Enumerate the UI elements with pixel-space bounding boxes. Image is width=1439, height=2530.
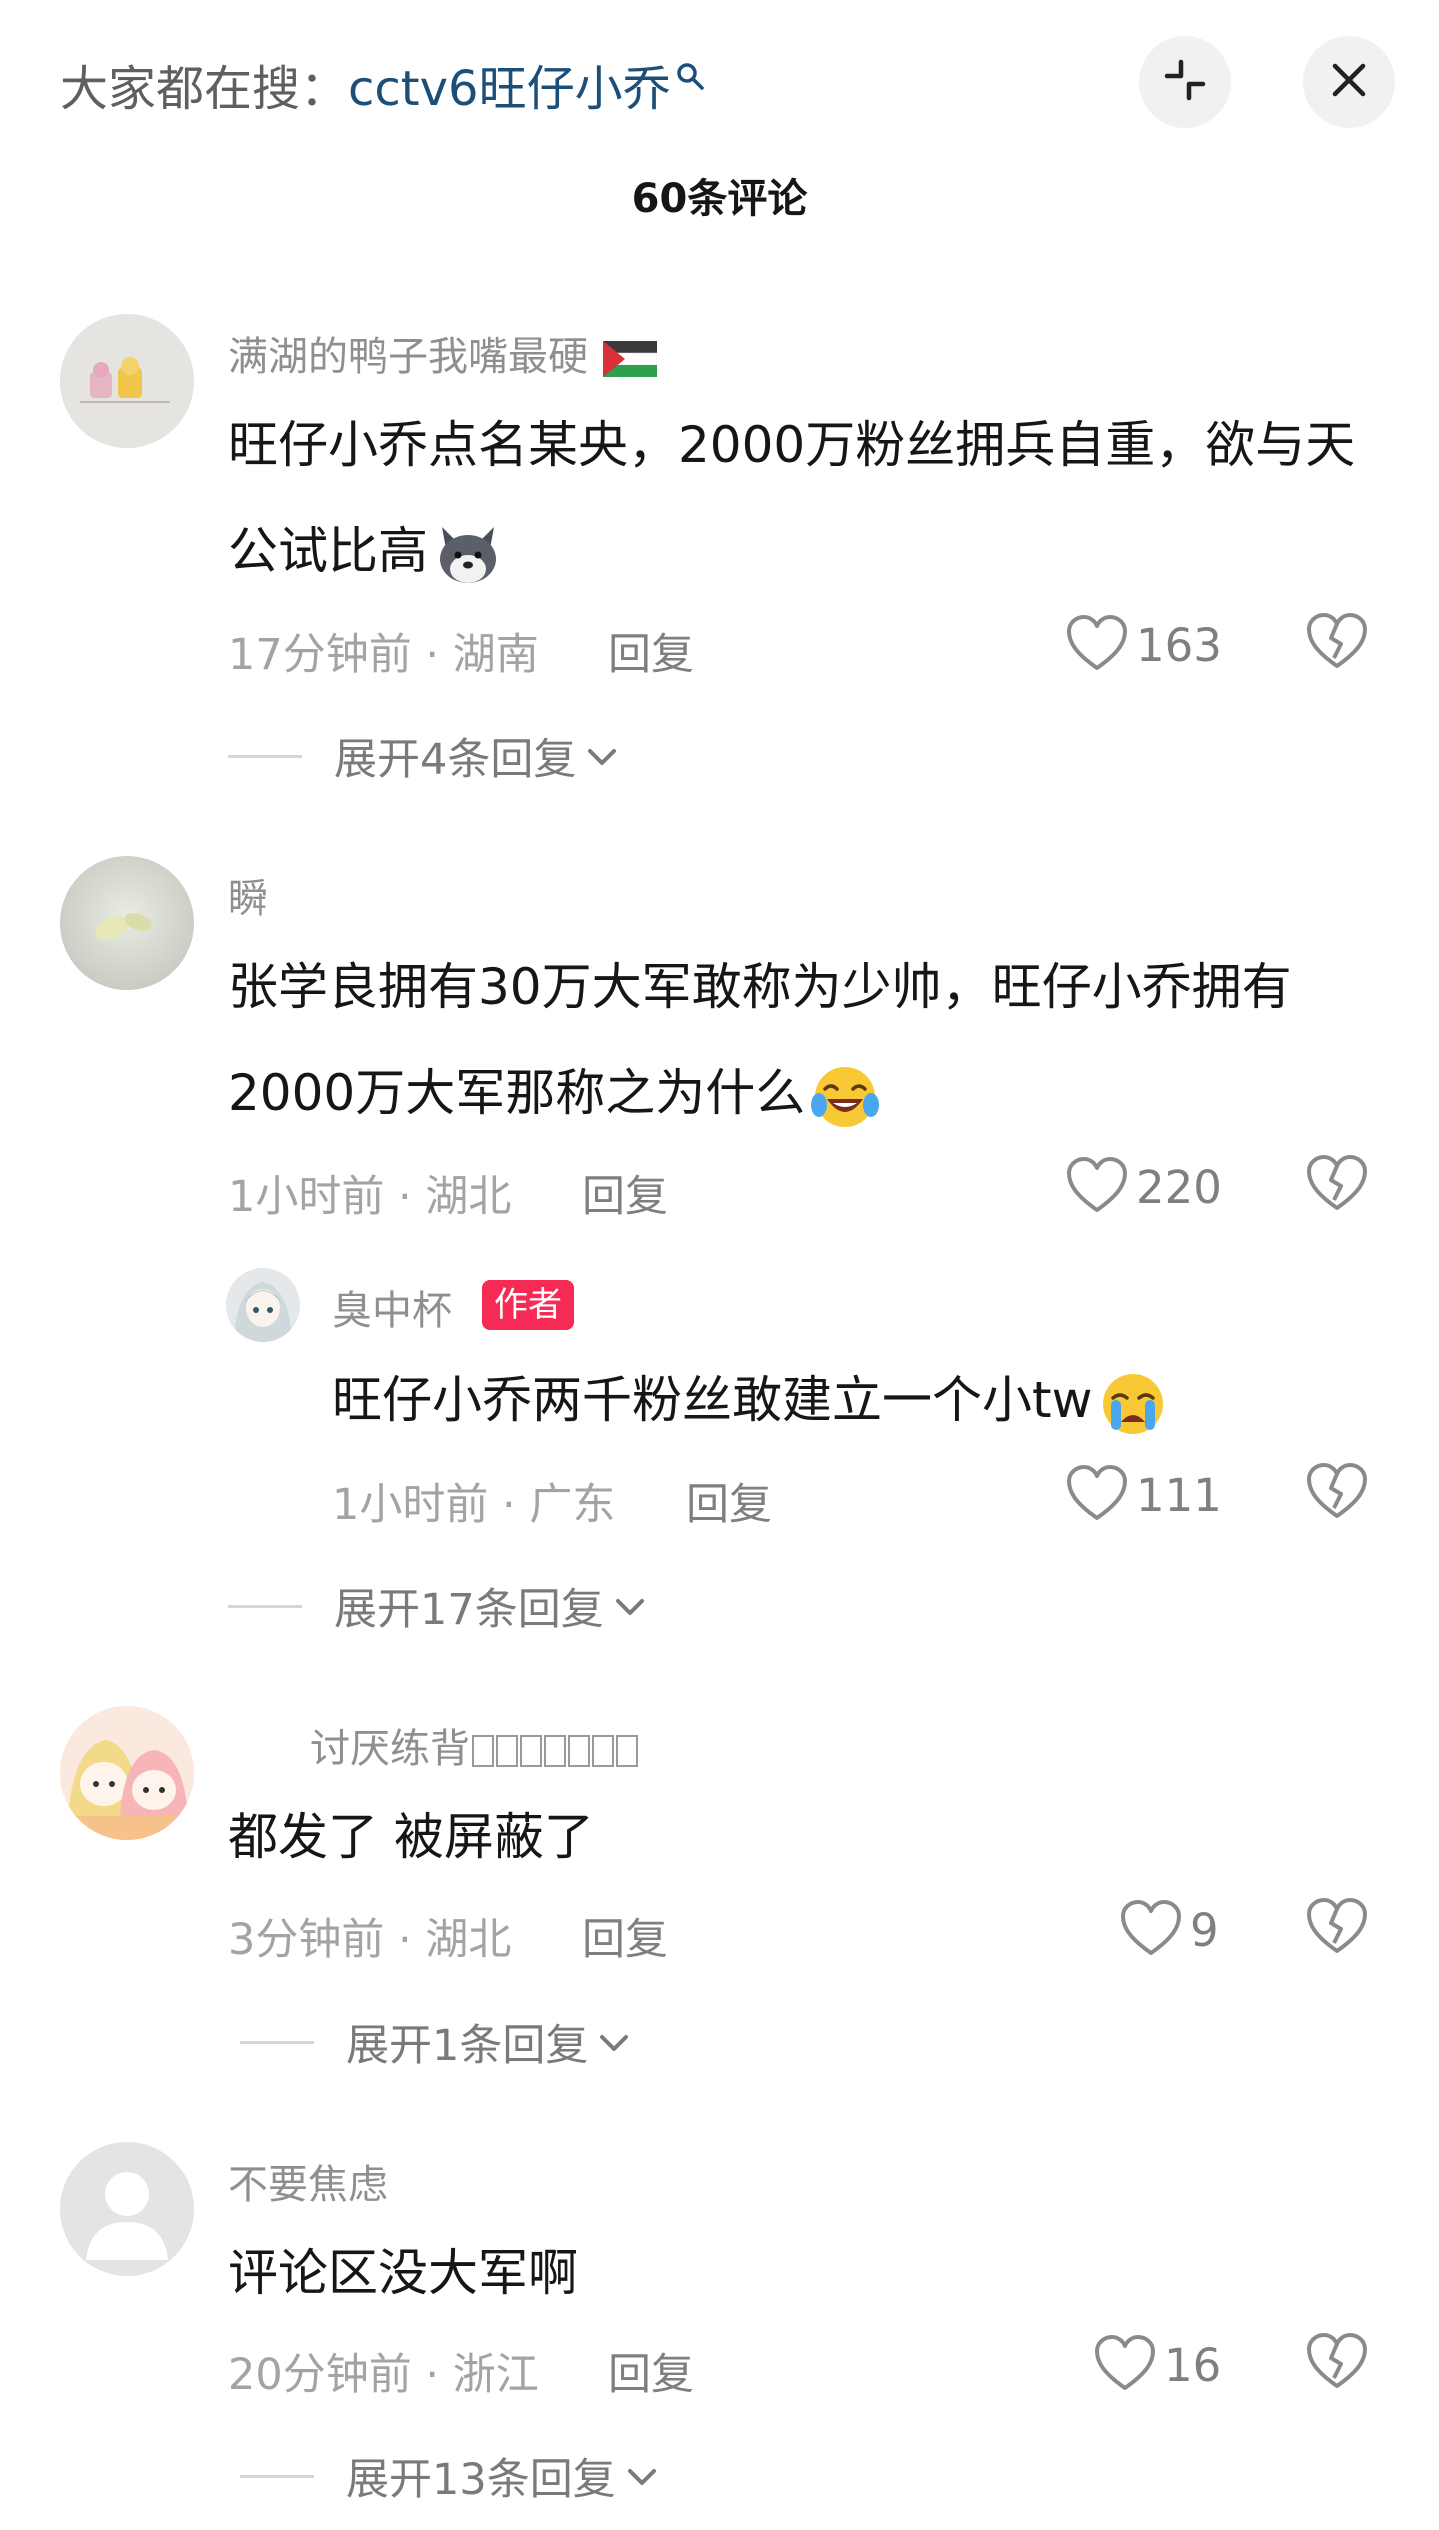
missing-glyph-icon (544, 1735, 566, 1767)
expand-replies-button[interactable]: 展开4条回复 (228, 726, 620, 786)
reply-meta: 1小时前 · 广东 (332, 1480, 616, 1530)
broken-heart-icon (1306, 1463, 1368, 1524)
heart-icon (1066, 1156, 1128, 1218)
heart-icon (1066, 1464, 1128, 1526)
expand-replies-button[interactable]: 展开13条回复 (240, 2446, 660, 2506)
comment-username[interactable]: 满湖的鸭子我嘴最硬 (228, 324, 657, 382)
trending-search-prefix: 大家都在搜： (60, 61, 349, 117)
expand-replies-label: 展开17条回复 (334, 1585, 604, 1635)
expand-divider (240, 2040, 314, 2044)
like-count: 220 (1136, 1160, 1222, 1214)
like-count: 16 (1164, 2338, 1222, 2392)
comment-meta: 3分钟前 · 湖北 (228, 1915, 512, 1965)
broken-heart-icon (1306, 2333, 1368, 2394)
reply-button[interactable]: 回复 (582, 1905, 668, 1967)
dislike-button[interactable] (1306, 612, 1372, 678)
username-text: 讨厌练背 (310, 1726, 470, 1772)
comment-meta: 1小时前 · 湖北 (228, 1172, 512, 1222)
avatar[interactable] (60, 2142, 194, 2276)
dog-emoji (432, 519, 504, 591)
expand-replies-button[interactable]: 展开1条回复 (240, 2012, 632, 2072)
comment-text-content: 旺仔小乔点名某央，2000万粉丝拥兵自重，欲与天公试比高 (228, 416, 1356, 580)
laughing-tears-emoji (809, 1061, 881, 1133)
dislike-button[interactable] (1306, 2332, 1372, 2398)
avatar[interactable] (226, 1268, 300, 1342)
missing-glyph-icon (472, 1735, 494, 1767)
broken-heart-icon (1306, 613, 1368, 674)
avatar[interactable] (60, 1706, 194, 1840)
comment-text: 评论区没大军啊 (228, 2244, 578, 2302)
dislike-button[interactable] (1306, 1154, 1372, 1220)
reply-text: 旺仔小乔两千粉丝敢建立一个小tw (332, 1360, 1169, 1440)
like-button[interactable]: 111 (1066, 1460, 1222, 1530)
close-icon (1329, 60, 1369, 104)
reply-button[interactable]: 回复 (686, 1470, 772, 1532)
expand-replies-button[interactable]: 展开17条回复 (228, 1576, 648, 1636)
reply-button[interactable]: 回复 (608, 2340, 694, 2402)
like-button[interactable]: 9 (1120, 1895, 1219, 1965)
dislike-button[interactable] (1306, 1897, 1372, 1963)
comment-count-title: 60条评论 (631, 176, 808, 222)
comment-text-content: 张学良拥有30万大军敢称为少帅，旺仔小乔拥有2000万大军那称之为什么 (228, 958, 1292, 1122)
collapse-button[interactable] (1139, 36, 1231, 128)
comment-username[interactable]: 瞬 (228, 866, 268, 924)
like-count: 111 (1136, 1468, 1222, 1522)
like-button[interactable]: 220 (1066, 1152, 1222, 1222)
username-text: 满湖的鸭子我嘴最硬 (228, 334, 588, 380)
reply-button[interactable]: 回复 (582, 1162, 668, 1224)
avatar[interactable] (60, 856, 194, 990)
collapse-icon (1161, 56, 1209, 108)
missing-glyph-icon (496, 1735, 518, 1767)
like-button[interactable]: 163 (1066, 610, 1222, 680)
comment-meta: 20分钟前 · 浙江 (228, 2350, 539, 2400)
heart-icon (1066, 614, 1128, 676)
heart-icon (1120, 1899, 1182, 1961)
reply-username[interactable]: 臭中杯 (332, 1278, 452, 1336)
like-count: 163 (1136, 618, 1222, 672)
comment-text: 都发了 被屏蔽了 (228, 1808, 594, 1866)
missing-glyph-icon (616, 1735, 638, 1767)
chevron-down-icon (584, 745, 620, 773)
broken-heart-icon (1306, 1898, 1368, 1959)
expand-divider (240, 2474, 314, 2478)
expand-divider (228, 754, 302, 758)
search-icon[interactable] (675, 47, 705, 103)
comment-text: 张学良拥有30万大军敢称为少帅，旺仔小乔拥有2000万大军那称之为什么 (228, 934, 1378, 1146)
reply-text-content: 旺仔小乔两千粉丝敢建立一个小tw (332, 1371, 1093, 1429)
comment-username[interactable]: 讨厌练背 (310, 1716, 638, 1774)
reply-button[interactable]: 回复 (608, 620, 694, 682)
dislike-button[interactable] (1306, 1462, 1372, 1528)
missing-glyph-icon (592, 1735, 614, 1767)
trending-search-term[interactable]: cctv6旺仔小乔 (348, 49, 671, 119)
missing-glyph-icon (520, 1735, 542, 1767)
chevron-down-icon (612, 1595, 648, 1623)
missing-glyph-icon (568, 1735, 590, 1767)
expand-divider (228, 1604, 302, 1608)
expand-replies-label: 展开1条回复 (346, 2021, 589, 2071)
like-count: 9 (1190, 1903, 1219, 1957)
trending-search-bar[interactable]: 大家都在搜： cctv6旺仔小乔 (60, 44, 705, 124)
close-button[interactable] (1303, 36, 1395, 128)
chevron-down-icon (596, 2031, 632, 2059)
broken-heart-icon (1306, 1155, 1368, 1216)
expand-replies-label: 展开4条回复 (334, 735, 577, 785)
palestine-flag-icon (602, 341, 657, 377)
like-button[interactable]: 16 (1094, 2330, 1221, 2400)
chevron-down-icon (624, 2465, 660, 2493)
comment-text: 旺仔小乔点名某央，2000万粉丝拥兵自重，欲与天公试比高 (228, 392, 1378, 604)
heart-icon (1094, 2334, 1156, 2396)
comment-meta: 17分钟前 · 湖南 (228, 630, 539, 680)
comments-panel: 大家都在搜： cctv6旺仔小乔 60条评论 满湖的鸭子我嘴最硬 旺仔小乔点名某… (0, 0, 1439, 2530)
avatar[interactable] (60, 314, 194, 448)
author-badge: 作者 (482, 1280, 574, 1330)
comment-username[interactable]: 不要焦虑 (228, 2152, 388, 2210)
expand-replies-label: 展开13条回复 (346, 2455, 616, 2505)
crying-emoji (1097, 1368, 1169, 1440)
